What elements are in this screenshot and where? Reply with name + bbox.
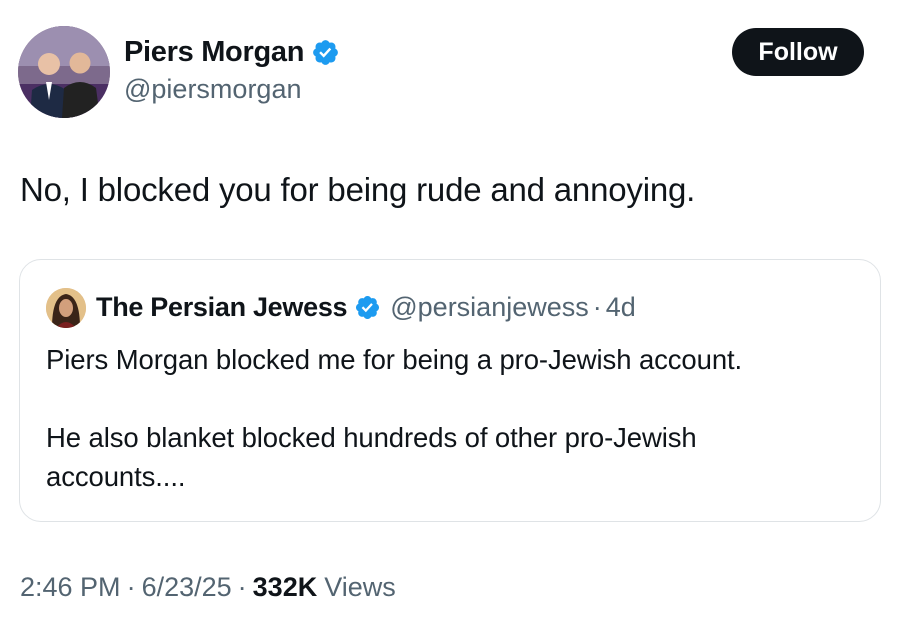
tweet-date[interactable]: 6/23/25 [142,570,232,604]
quoted-author-display-name[interactable]: The Persian Jewess [96,290,348,324]
tweet-text: No, I blocked you for being rude and ann… [20,171,696,208]
quoted-tweet-card[interactable]: The Persian Jewess @persianjewess · 4d P… [19,259,881,522]
separator-dot: · [126,572,136,602]
tweet-time[interactable]: 2:46 PM [20,570,121,604]
tweet-meta: 2:46 PM · 6/23/25 · 332K Views [20,570,396,604]
views-label: Views [324,572,396,602]
quoted-tweet-header: The Persian Jewess @persianjewess · 4d [96,290,636,324]
quoted-author-avatar[interactable] [46,288,86,328]
verified-badge-icon [313,39,339,65]
separator-dot: · [237,572,247,602]
quoted-tweet-text: Piers Morgan blocked me for being a pro-… [46,340,846,496]
quoted-paragraph-line: He also blanket blocked hundreds of othe… [46,422,697,453]
quoted-tweet-age[interactable]: 4d [606,290,636,324]
separator-dot: · [592,292,602,322]
profile-photo-icon [18,26,110,118]
views-count[interactable]: 332K [253,570,318,604]
author-avatar[interactable] [18,26,110,118]
quoted-author-handle[interactable]: @persianjewess [390,290,589,324]
author-handle[interactable]: @piersmorgan [124,72,301,106]
profile-photo-icon [46,288,86,328]
author-display-name[interactable]: Piers Morgan [124,35,304,69]
quoted-paragraph: Piers Morgan blocked me for being a pro-… [46,344,743,375]
follow-button[interactable]: Follow [732,28,864,76]
verified-badge-icon [356,295,380,319]
quoted-paragraph-line: accounts.... [46,461,186,492]
author-name-row[interactable]: Piers Morgan [124,35,340,69]
